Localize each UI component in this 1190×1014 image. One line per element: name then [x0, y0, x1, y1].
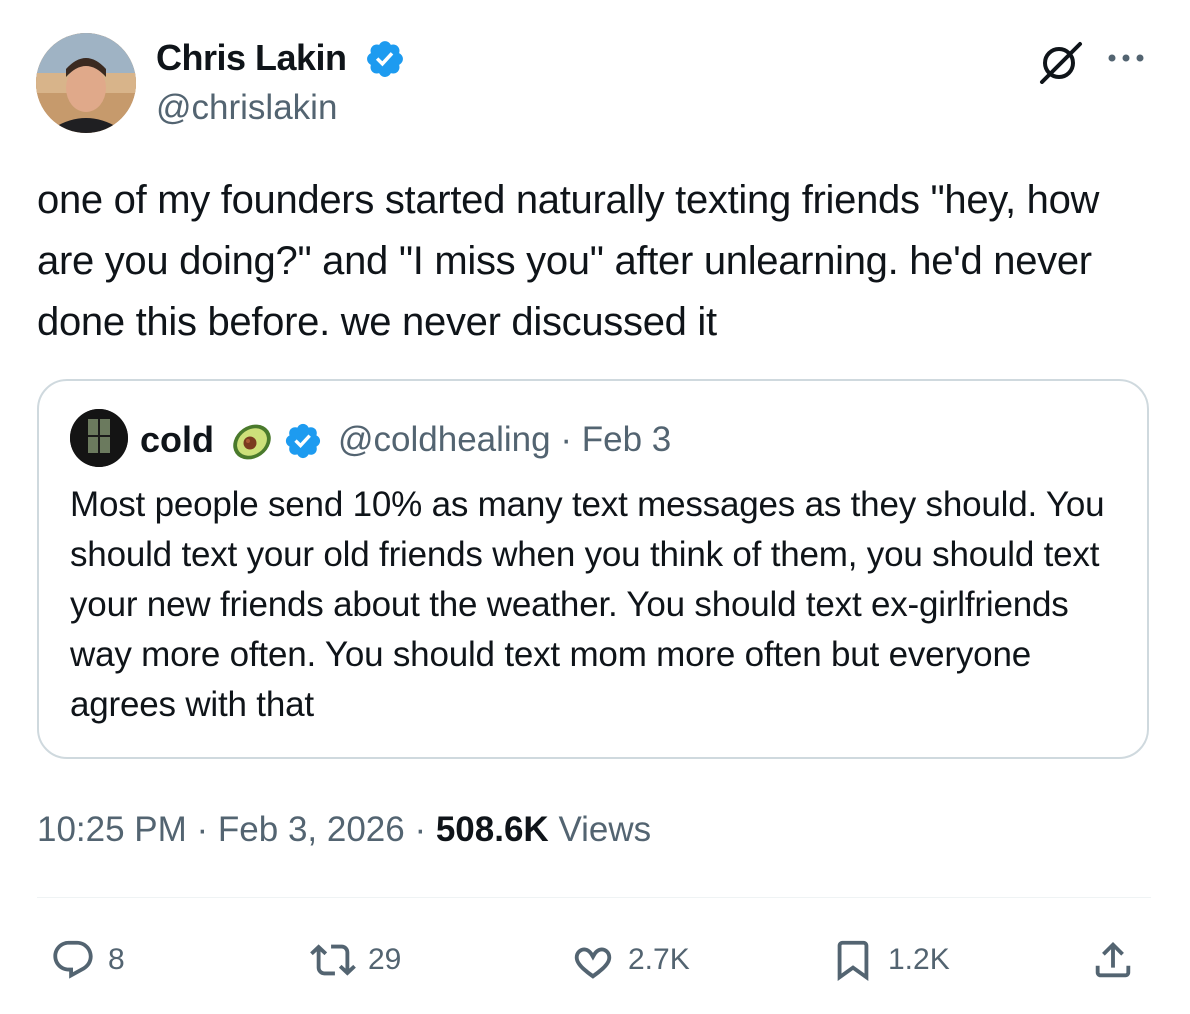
- like-count: 2.7K: [628, 943, 690, 976]
- quote-author-handle[interactable]: @coldhealing: [338, 420, 551, 459]
- quote-date[interactable]: Feb 3: [582, 420, 672, 459]
- repost-button[interactable]: 29: [310, 935, 401, 985]
- bookmark-button[interactable]: 1.2K: [830, 935, 950, 985]
- reply-count: 8: [108, 943, 125, 976]
- more-icon[interactable]: [1105, 50, 1147, 66]
- tweet-date[interactable]: Feb 3, 2026: [218, 810, 405, 849]
- reply-button[interactable]: 8: [50, 935, 125, 985]
- share-button[interactable]: [1090, 935, 1136, 985]
- bookmark-icon: [837, 940, 869, 981]
- repost-icon: [310, 944, 356, 976]
- like-icon: [574, 947, 612, 979]
- quote-separator: ·: [560, 420, 573, 459]
- share-icon: [1095, 941, 1131, 978]
- quote-text: Most people send 10% as many text messag…: [70, 485, 1105, 724]
- like-button[interactable]: 2.7K: [570, 935, 690, 985]
- quote-handle-line[interactable]: @coldhealing · Feb 3: [338, 418, 671, 462]
- bookmark-count: 1.2K: [888, 943, 950, 976]
- author-name[interactable]: Chris Lakin: [156, 36, 347, 80]
- quoted-tweet[interactable]: cold @coldhealing · Feb 3 Most people se…: [37, 379, 1149, 759]
- views-count[interactable]: 508.6K: [436, 810, 549, 849]
- tweet-meta: 10:25 PM · Feb 3, 2026 · 508.6K Views: [37, 808, 651, 852]
- divider: [37, 897, 1151, 898]
- avocado-icon: [233, 424, 271, 460]
- meta-separator: ·: [404, 810, 436, 849]
- verified-badge-icon: [367, 41, 403, 77]
- verified-badge-icon: [285, 423, 321, 459]
- tweet-text: one of my founders started naturally tex…: [37, 178, 1100, 344]
- author-avatar[interactable]: [36, 33, 136, 133]
- tweet-time[interactable]: 10:25 PM: [37, 810, 187, 849]
- reply-icon: [53, 940, 93, 979]
- meta-separator: ·: [186, 810, 218, 849]
- author-handle[interactable]: @chrislakin: [156, 86, 337, 130]
- grok-icon[interactable]: [1036, 40, 1084, 84]
- repost-count: 29: [368, 943, 402, 976]
- views-label: Views: [548, 810, 652, 849]
- quote-author-name[interactable]: cold: [140, 418, 214, 462]
- quote-avatar[interactable]: [70, 409, 128, 467]
